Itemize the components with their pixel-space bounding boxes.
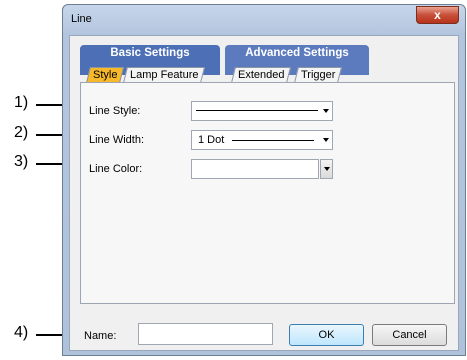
- name-label: Name:: [84, 330, 117, 342]
- cancel-button[interactable]: Cancel: [372, 324, 447, 346]
- line-width-dropdown[interactable]: 1 Dot: [191, 130, 333, 150]
- style-settings-panel: Line Style: Line Width: 1 Dot Line Color…: [80, 82, 455, 304]
- annotation-4: 4): [14, 324, 29, 341]
- line-width-label: Line Width:: [89, 134, 145, 146]
- dialog-client-area: Basic Settings Advanced Settings Style L…: [69, 35, 459, 351]
- tab-style[interactable]: Style: [86, 67, 125, 83]
- name-input[interactable]: [138, 323, 273, 345]
- line-width-preview: [232, 140, 314, 141]
- annotation-3: 3): [14, 153, 29, 170]
- line-width-value: 1 Dot: [198, 134, 225, 146]
- chevron-down-icon: [323, 109, 329, 113]
- tab-trigger[interactable]: Trigger: [294, 67, 343, 83]
- chevron-down-icon: [324, 167, 330, 171]
- annotation-1: 1): [14, 94, 29, 111]
- tab-extended[interactable]: Extended: [231, 67, 292, 83]
- tab-lamp-feature[interactable]: Lamp Feature: [123, 67, 206, 83]
- line-dialog: Line x Basic Settings Advanced Settings …: [62, 4, 466, 356]
- close-icon: x: [434, 8, 441, 22]
- close-button[interactable]: x: [416, 6, 459, 24]
- window-title: Line: [71, 13, 92, 25]
- line-color-swatch[interactable]: [191, 159, 319, 179]
- chevron-down-icon: [323, 138, 329, 142]
- annotation-2: 2): [14, 124, 29, 141]
- line-style-preview: [196, 110, 318, 111]
- line-color-dropdown-button[interactable]: [320, 159, 333, 179]
- line-style-label: Line Style:: [89, 105, 141, 117]
- line-color-label: Line Color:: [89, 163, 143, 175]
- ok-button[interactable]: OK: [289, 324, 364, 346]
- line-style-dropdown[interactable]: [191, 101, 333, 121]
